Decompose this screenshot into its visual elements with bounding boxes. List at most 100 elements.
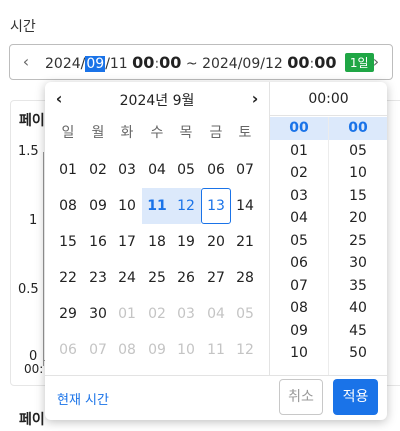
hour-column[interactable]: 00 01 02 03 04 05 06 07 08 09 10 xyxy=(270,117,328,375)
hour-option[interactable]: 04 xyxy=(270,207,328,230)
start-minute: 00 xyxy=(159,53,182,72)
calendar-day[interactable]: 17 xyxy=(112,224,142,260)
start-year: 2024/ xyxy=(45,56,86,72)
end-minute: 00 xyxy=(314,53,337,72)
time-header: 00:00 xyxy=(270,82,387,116)
date-range-input[interactable]: ‹ 2024/09/11 00:00 ~ 2024/09/12 00:00 1일… xyxy=(9,44,393,80)
calendar-day[interactable]: 18 xyxy=(142,224,172,260)
calendar-day[interactable]: 19 xyxy=(171,224,201,260)
calendar-day[interactable]: 11 xyxy=(201,332,231,368)
calendar-day[interactable]: 12 xyxy=(230,332,260,368)
calendar-day[interactable]: 07 xyxy=(83,332,113,368)
calendar-day[interactable]: 26 xyxy=(171,260,201,296)
calendar-panel: ‹ 2024년 9월 › 일 월 화 수 목 금 토 01 02 03 04 05 06 0… xyxy=(45,82,269,375)
weekday-label: 목 xyxy=(179,125,193,141)
hour-option[interactable]: 00 xyxy=(270,117,328,140)
calendar-day[interactable]: 05 xyxy=(230,296,260,332)
time-field-label: 시간 xyxy=(10,19,36,35)
hour-option[interactable]: 10 xyxy=(270,342,328,365)
calendar-day[interactable]: 07 xyxy=(230,152,260,188)
calendar-day[interactable]: 30 xyxy=(83,296,113,332)
apply-button[interactable]: 적용 xyxy=(333,379,378,415)
x-tick-label: 00: xyxy=(24,362,44,376)
calendar-day[interactable]: 23 xyxy=(83,260,113,296)
calendar-day[interactable]: 15 xyxy=(53,224,83,260)
calendar-day[interactable]: 12 xyxy=(171,188,201,224)
hour-option[interactable]: 08 xyxy=(270,297,328,320)
next-month-icon[interactable]: › xyxy=(247,89,263,108)
calendar-day[interactable]: 20 xyxy=(201,224,231,260)
minute-option[interactable]: 25 xyxy=(329,230,387,253)
cancel-button[interactable]: 취소 xyxy=(279,379,323,415)
start-month-selected[interactable]: 09 xyxy=(85,56,106,72)
calendar-day[interactable]: 02 xyxy=(83,152,113,188)
calendar-day[interactable]: 22 xyxy=(53,260,83,296)
current-time-link[interactable]: 현재 시간 xyxy=(57,389,109,408)
minute-option[interactable]: 05 xyxy=(329,140,387,163)
chevron-right-icon[interactable]: › xyxy=(368,52,384,71)
calendar-day[interactable]: 21 xyxy=(230,224,260,260)
start-hour: 00 xyxy=(132,53,155,72)
calendar-day[interactable]: 01 xyxy=(53,152,83,188)
weekday-label: 월 xyxy=(91,125,105,141)
chevron-left-icon[interactable]: ‹ xyxy=(18,52,34,71)
weekday-label: 화 xyxy=(120,125,134,141)
minute-option[interactable]: 15 xyxy=(329,185,387,208)
calendar-day[interactable]: 25 xyxy=(142,260,172,296)
background-card2-title: 페이 xyxy=(19,412,45,428)
calendar-day[interactable]: 06 xyxy=(201,152,231,188)
minute-option[interactable]: 50 xyxy=(329,342,387,365)
end-date: 2024/09/12 xyxy=(202,56,283,72)
calendar-day[interactable]: 13 xyxy=(201,188,231,224)
chart-y-axis xyxy=(43,152,44,366)
calendar-day[interactable]: 27 xyxy=(201,260,231,296)
range-tilde: ~ xyxy=(185,56,198,72)
minute-column[interactable]: 00 05 10 15 20 25 30 35 40 45 50 xyxy=(329,117,387,375)
minute-option[interactable]: 10 xyxy=(329,162,387,185)
calendar-day[interactable]: 24 xyxy=(112,260,142,296)
range-text[interactable]: 2024/09/11 00:00 ~ 2024/09/12 00:00 1일 xyxy=(45,53,374,73)
y-tick-label: 1.5 xyxy=(18,144,39,159)
calendar-day[interactable]: 09 xyxy=(142,332,172,368)
minute-option[interactable]: 00 xyxy=(329,117,387,140)
calendar-day[interactable]: 16 xyxy=(83,224,113,260)
y-tick-label: 1 xyxy=(29,213,38,228)
calendar-day[interactable]: 08 xyxy=(53,188,83,224)
calendar-day[interactable]: 03 xyxy=(112,152,142,188)
calendar-day[interactable]: 05 xyxy=(171,152,201,188)
minute-option[interactable]: 35 xyxy=(329,275,387,298)
calendar-day[interactable]: 08 xyxy=(112,332,142,368)
calendar-day[interactable]: 10 xyxy=(171,332,201,368)
minute-option[interactable]: 20 xyxy=(329,207,387,230)
calendar-day[interactable]: 14 xyxy=(230,188,260,224)
weekday-label: 일 xyxy=(61,125,75,141)
footer-divider xyxy=(45,375,387,376)
hour-option[interactable]: 06 xyxy=(270,252,328,275)
hour-option[interactable]: 02 xyxy=(270,162,328,185)
calendar-day[interactable]: 04 xyxy=(142,152,172,188)
calendar-day[interactable]: 02 xyxy=(142,296,172,332)
calendar-day[interactable]: 09 xyxy=(83,188,113,224)
minute-option[interactable]: 30 xyxy=(329,252,387,275)
minute-option[interactable]: 40 xyxy=(329,297,387,320)
hour-option[interactable]: 03 xyxy=(270,185,328,208)
calendar-day[interactable]: 04 xyxy=(201,296,231,332)
calendar-day[interactable]: 01 xyxy=(112,296,142,332)
start-day: /11 xyxy=(105,56,128,72)
calendar-day[interactable]: 28 xyxy=(230,260,260,296)
hour-option[interactable]: 01 xyxy=(270,140,328,163)
calendar-day[interactable]: 06 xyxy=(53,332,83,368)
hour-option[interactable]: 07 xyxy=(270,275,328,298)
calendar-day[interactable]: 10 xyxy=(112,188,142,224)
weekday-label: 수 xyxy=(150,125,164,141)
calendar-day[interactable]: 29 xyxy=(53,296,83,332)
calendar-day[interactable]: 11 xyxy=(142,188,172,224)
minute-option[interactable]: 45 xyxy=(329,320,387,343)
calendar-header: ‹ 2024년 9월 › xyxy=(45,82,269,116)
weekday-label: 금 xyxy=(209,125,223,141)
y-tick-label: 0.5 xyxy=(18,282,39,297)
hour-option[interactable]: 05 xyxy=(270,230,328,253)
hour-option[interactable]: 09 xyxy=(270,320,328,343)
end-hour: 00 xyxy=(287,53,310,72)
calendar-day[interactable]: 03 xyxy=(171,296,201,332)
